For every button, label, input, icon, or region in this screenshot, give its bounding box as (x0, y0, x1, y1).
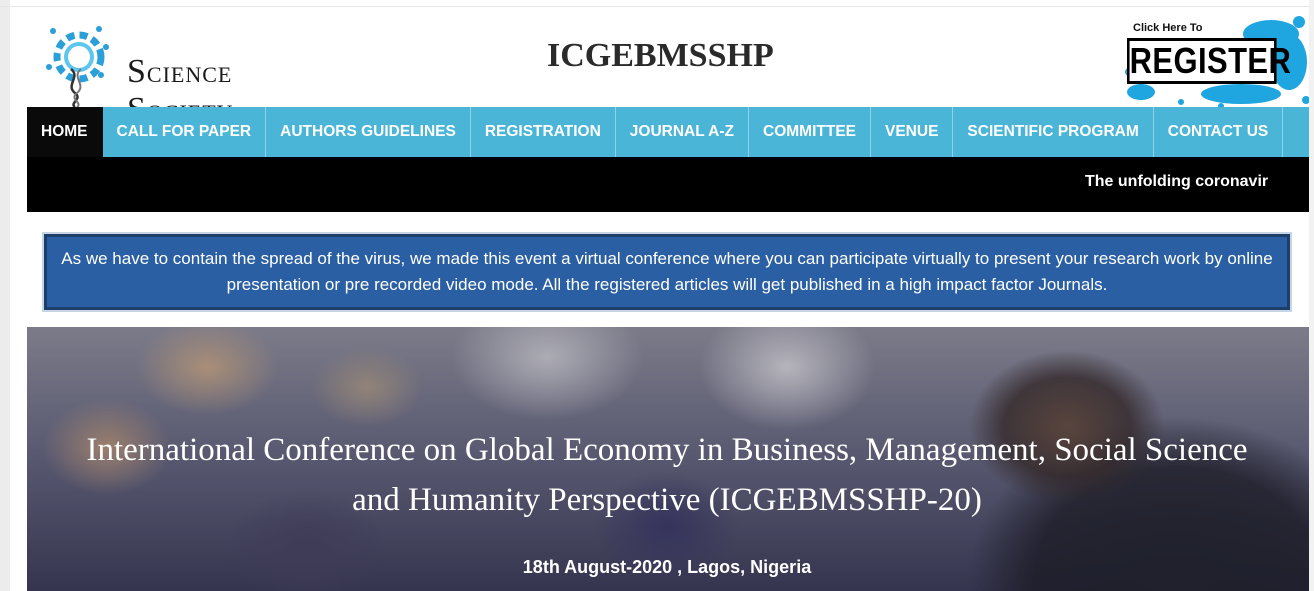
nav-item-contact-us[interactable]: CONTACT US (1154, 107, 1284, 157)
site-logo[interactable]: SCIENCE SOCIETY (41, 17, 331, 128)
register-label: REGISTER (1127, 38, 1291, 84)
register-prompt: Click Here To (1133, 22, 1203, 34)
nav-item-venue[interactable]: VENUE (871, 107, 954, 157)
scrollbar-track[interactable] (1309, 0, 1314, 591)
page-container: SCIENCE SOCIETY ICGEBMSSHP Click Here To… (27, 7, 1314, 591)
site-title: ICGEBMSSHP (547, 37, 774, 74)
logo-word-1: CIENCE (146, 62, 233, 87)
nav-item-authors-guidelines[interactable]: AUTHORS GUIDELINES (266, 107, 471, 157)
virtual-conference-notice: As we have to contain the spread of the … (44, 234, 1290, 310)
nav-item-committee[interactable]: COMMITTEE (749, 107, 871, 157)
nav-item-scientific-program[interactable]: SCIENTIFIC PROGRAM (953, 107, 1154, 157)
gear-dna-icon (46, 26, 109, 109)
conference-date-location: 18th August-2020 , Lagos, Nigeria (522, 557, 812, 577)
news-ticker: The unfolding coronavir (27, 157, 1314, 212)
hero-banner: International Conference on Global Econo… (27, 327, 1314, 591)
logo-initial-1: S (127, 53, 147, 90)
nav-item-call-for-paper[interactable]: CALL FOR PAPER (103, 107, 267, 157)
page-left-margin (0, 0, 10, 591)
main-nav: HOME CALL FOR PAPER AUTHORS GUIDELINES R… (27, 107, 1314, 157)
nav-item-registration[interactable]: REGISTRATION (471, 107, 616, 157)
register-button[interactable]: Click Here To REGISTER (1121, 12, 1311, 110)
nav-item-home[interactable]: HOME (27, 107, 103, 157)
ticker-text[interactable]: The unfolding coronavir (1085, 173, 1268, 191)
conference-title: International Conference on Global Econo… (86, 432, 1248, 518)
nav-item-journal-a-z[interactable]: JOURNAL A-Z (616, 107, 749, 157)
